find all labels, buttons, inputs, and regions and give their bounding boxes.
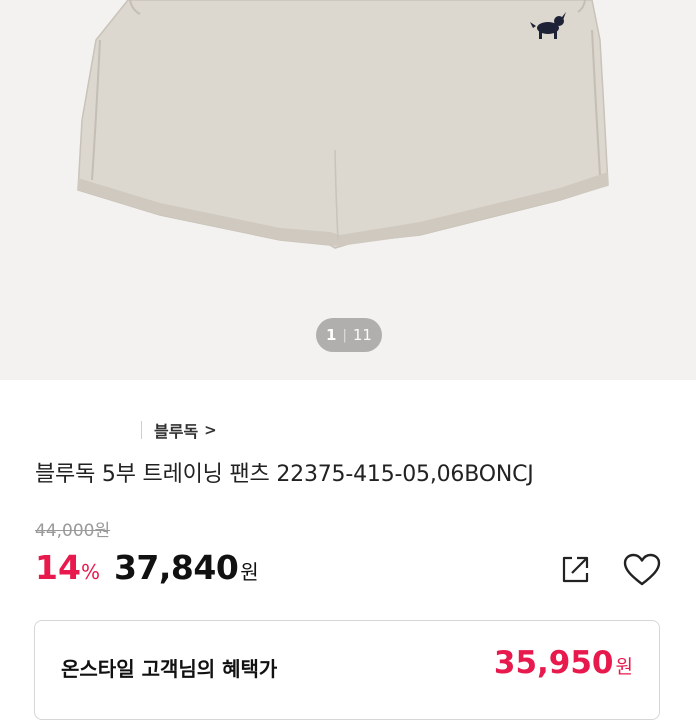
sale-price: 37,840 — [113, 548, 239, 587]
gallery-total: 11 — [352, 326, 372, 344]
product-image[interactable]: 1 | 11 — [0, 0, 696, 380]
gallery-separator: | — [342, 327, 347, 343]
brand-divider — [141, 421, 142, 439]
gallery-pager: 1 | 11 — [316, 318, 382, 352]
brand-name: 블루독 — [154, 422, 199, 441]
benefit-price-box[interactable]: 온스타일 고객님의 혜택가 35,950 원 — [34, 620, 660, 720]
benefit-label: 온스타일 고객님의 혜택가 — [61, 657, 278, 681]
share-icon — [562, 556, 589, 583]
discount-unit: % — [80, 560, 100, 584]
chevron-right-icon: > — [204, 421, 217, 439]
share-button[interactable] — [558, 552, 592, 586]
discount-rate: 14 — [35, 548, 81, 587]
price-row: 14 % 37,840 원 — [35, 548, 259, 592]
product-title: 블루독 5부 트레이닝 팬츠 22375-415-05,06BONCJ — [35, 462, 534, 487]
price-currency: 원 — [240, 560, 259, 584]
wishlist-button[interactable] — [622, 552, 662, 588]
benefit-price-currency: 원 — [615, 656, 633, 678]
original-price: 44,000원 — [35, 521, 111, 541]
benefit-price: 35,950 원 — [494, 645, 633, 681]
brand-link[interactable]: 블루독 > — [35, 416, 217, 444]
benefit-price-value: 35,950 — [493, 645, 614, 681]
heart-icon — [623, 553, 661, 586]
brand-logo-placeholder — [35, 417, 141, 443]
gallery-current: 1 — [326, 326, 337, 344]
